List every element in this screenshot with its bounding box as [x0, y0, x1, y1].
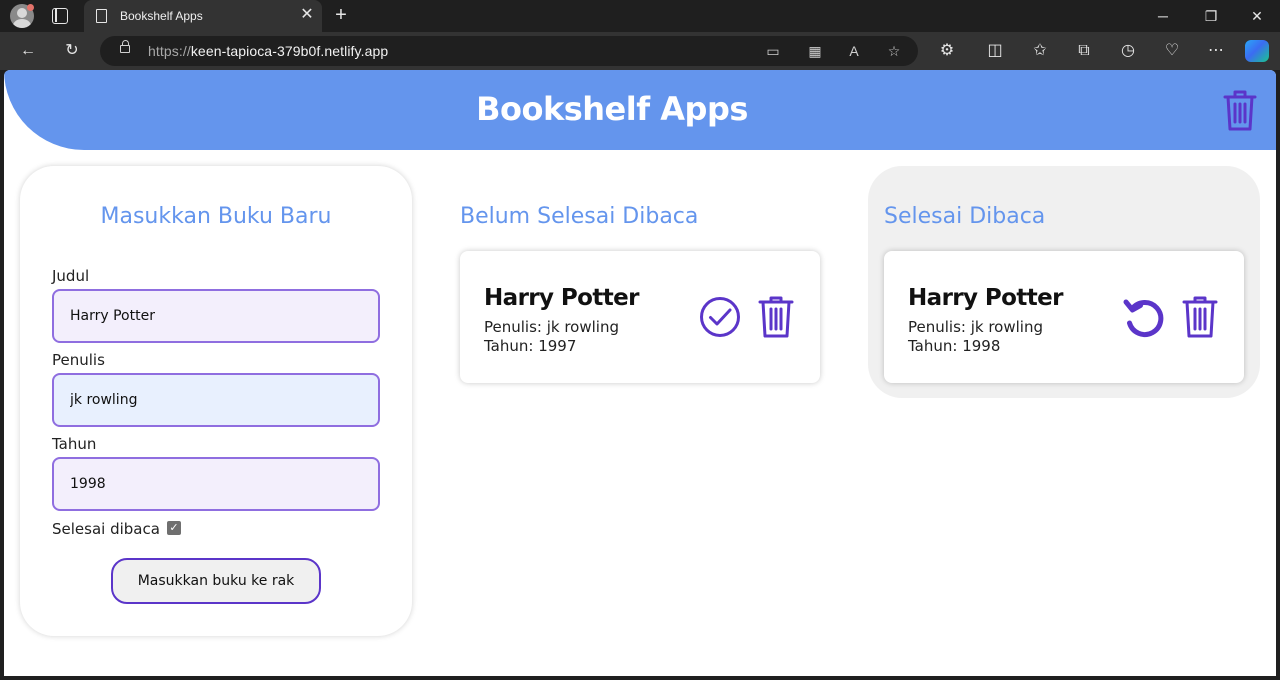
book-author: Penulis: jk rowling — [908, 318, 1043, 336]
page-header: Bookshelf Apps — [4, 70, 1276, 150]
book-year: Tahun: 1997 — [484, 337, 577, 355]
selesai-dibaca-checkbox[interactable]: ✓ — [167, 521, 181, 535]
back-icon[interactable]: ← — [17, 41, 39, 61]
browser-toolbar: ← ↻ https://keen-tapioca-379b0f.netlify.… — [0, 32, 1280, 70]
page-favicon-icon — [96, 9, 107, 23]
browser-tab[interactable]: Bookshelf Apps ✕ — [84, 0, 322, 32]
copilot-icon[interactable] — [1245, 40, 1269, 62]
penulis-input[interactable] — [52, 373, 380, 427]
input-book-form: Masukkan Buku Baru Judul Penulis Tahun S… — [20, 166, 412, 636]
collections-icon[interactable]: ⧉ — [1073, 41, 1095, 61]
more-menu-icon[interactable]: ⋯ — [1205, 41, 1227, 61]
tahun-label: Tahun — [52, 435, 97, 453]
lock-icon[interactable] — [120, 40, 130, 53]
favorite-star-icon[interactable]: ☆ — [883, 41, 905, 61]
address-bar[interactable]: https://keen-tapioca-379b0f.netlify.app … — [100, 36, 918, 66]
favorites-icon[interactable]: ✩ — [1029, 41, 1051, 61]
unread-shelf-title: Belum Selesai Dibaca — [460, 204, 699, 229]
restore-icon[interactable]: ❐ — [1196, 4, 1226, 28]
tab-actions-icon[interactable] — [52, 8, 68, 24]
read-aloud-icon[interactable]: A — [843, 41, 865, 61]
minimize-icon[interactable]: ─ — [1148, 4, 1178, 28]
delete-book-trash-icon[interactable] — [756, 295, 796, 339]
judul-label: Judul — [52, 267, 90, 285]
app-available-icon[interactable]: ▭ — [762, 41, 784, 61]
new-tab-icon[interactable]: + — [330, 4, 352, 26]
notification-dot-icon — [27, 4, 34, 11]
judul-input[interactable] — [52, 289, 380, 343]
tahun-input[interactable] — [52, 457, 380, 511]
delete-all-trash-icon[interactable] — [1222, 88, 1258, 132]
selesai-dibaca-label: Selesai dibaca — [52, 520, 160, 538]
close-tab-icon[interactable]: ✕ — [298, 6, 316, 24]
page-title: Bookshelf Apps — [476, 90, 748, 128]
extensions-puzzle-icon[interactable]: ⚙ — [936, 41, 958, 61]
browser-tab-strip: Bookshelf Apps ✕ + ─ ❐ ✕ — [0, 0, 1280, 32]
undo-unread-icon[interactable] — [1122, 295, 1166, 339]
book-title: Harry Potter — [484, 285, 639, 311]
history-icon[interactable]: ◷ — [1117, 41, 1139, 61]
extensions-grid-icon[interactable]: ▦ — [804, 41, 826, 61]
unread-book-item: Harry Potter Penulis: jk rowling Tahun: … — [460, 251, 820, 383]
delete-book-trash-icon[interactable] — [1180, 295, 1220, 339]
page-viewport: Bookshelf Apps Masukkan Buku Baru Judul … — [4, 70, 1276, 676]
penulis-label: Penulis — [52, 351, 105, 369]
mark-finished-check-icon[interactable] — [698, 295, 742, 339]
finished-shelf-title: Selesai Dibaca — [884, 204, 1046, 229]
submit-book-button[interactable]: Masukkan buku ke rak — [111, 558, 321, 604]
refresh-icon[interactable]: ↻ — [61, 41, 83, 61]
form-title: Masukkan Buku Baru — [100, 204, 332, 229]
finished-shelf: Selesai Dibaca Harry Potter Penulis: jk … — [868, 166, 1260, 398]
close-window-icon[interactable]: ✕ — [1242, 4, 1272, 28]
url-text[interactable]: https://keen-tapioca-379b0f.netlify.app — [148, 43, 388, 59]
finished-book-item: Harry Potter Penulis: jk rowling Tahun: … — [884, 251, 1244, 383]
book-title: Harry Potter — [908, 285, 1063, 311]
book-year: Tahun: 1998 — [908, 337, 1001, 355]
tab-title: Bookshelf Apps — [120, 9, 203, 23]
book-author: Penulis: jk rowling — [484, 318, 619, 336]
split-screen-icon[interactable]: ◫ — [984, 41, 1006, 61]
performance-heart-icon[interactable]: ♡ — [1161, 41, 1183, 61]
